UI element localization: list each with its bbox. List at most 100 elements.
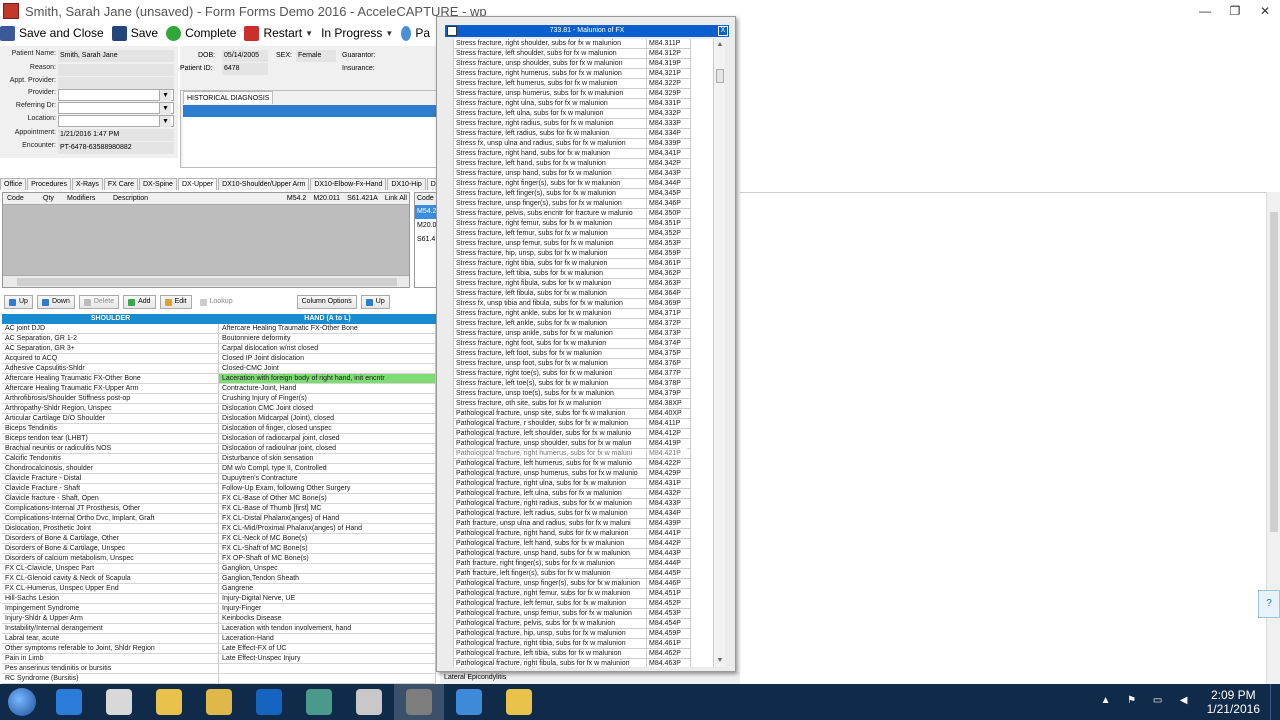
taskbar-app[interactable] (344, 684, 394, 720)
column-modifiers[interactable]: Modifiers (63, 193, 109, 204)
hand-item[interactable] (219, 674, 436, 684)
popup-row[interactable]: Pathological fracture, pelvis, subs for … (453, 619, 713, 629)
shoulder-item[interactable]: Biceps tendon tear (LHBT) (2, 434, 219, 444)
popup-row[interactable]: Pathological fracture, unsp site, subs f… (453, 409, 713, 419)
shoulder-item[interactable]: Adhesive Capsulitis-Shldr (2, 364, 219, 374)
popup-row[interactable]: Stress fx, unsp tibia and fibula, subs f… (453, 299, 713, 309)
hand-item[interactable]: Laceration with tendon involvement, hand (219, 624, 436, 634)
window-menu-icon[interactable] (447, 26, 457, 36)
hand-item[interactable]: Disturbance of skin sensation (219, 454, 436, 464)
popup-row[interactable]: Stress fracture, unsp shoulder, subs for… (453, 59, 713, 69)
shoulder-item[interactable]: FX CL-Clavicle, Unspec Part (2, 564, 219, 574)
shoulder-item[interactable]: FX CL-Humerus, Unspec Upper End (2, 584, 219, 594)
popup-row[interactable]: Pathological fracture, right fibula, sub… (453, 659, 713, 667)
popup-close-button[interactable]: X (718, 26, 728, 36)
popup-row[interactable]: Path fracture, right finger(s), subs for… (453, 559, 713, 569)
shoulder-item[interactable]: Clavicle Fracture - Distal (2, 474, 219, 484)
hand-item[interactable]: Keinbocks Disease (219, 614, 436, 624)
popup-row[interactable]: Stress fracture, unsp femur, subs for fx… (453, 239, 713, 249)
scroll-up-icon[interactable]: ▲ (714, 39, 726, 51)
hand-item[interactable]: Aftercare Healing Traumatic FX-Other Bon… (219, 324, 436, 334)
popup-row[interactable]: Stress fracture, unsp humerus, subs for … (453, 89, 713, 99)
network-icon[interactable]: ▭ (1150, 695, 1166, 709)
shoulder-item[interactable]: Clavicle fracture - Shaft, Open (2, 494, 219, 504)
taskbar-app[interactable] (244, 684, 294, 720)
shoulder-item[interactable]: Calcific Tendonitis (2, 454, 219, 464)
shoulder-item[interactable]: Aftercare Healing Traumatic FX-Other Bon… (2, 374, 219, 384)
popup-row[interactable]: Stress fracture, left ulna, subs for fx … (453, 109, 713, 119)
shoulder-item[interactable]: RC Syndrome (Bursitis) (2, 674, 219, 684)
shoulder-item[interactable]: Complications-Internal JT Prosthesis, Ot… (2, 504, 219, 514)
scrollbar-thumb[interactable] (1270, 212, 1278, 532)
popup-row[interactable]: Pathological fracture, left tibia, subs … (453, 649, 713, 659)
taskbar-app[interactable] (194, 684, 244, 720)
shoulder-item[interactable]: Impingement Syndrome (2, 604, 219, 614)
hand-item[interactable] (219, 664, 436, 674)
shoulder-item[interactable]: Disorders of Bone & Cartilage, Unspec (2, 544, 219, 554)
tab-office[interactable]: Office (0, 178, 27, 190)
hand-item[interactable]: FX CL-Shaft of MC Bone(s) (219, 544, 436, 554)
link-code-3[interactable]: S61.421A (340, 193, 378, 205)
popup-row[interactable]: Stress fracture, left hand, subs for fx … (453, 159, 713, 169)
popup-row[interactable]: Stress fracture, left femur, subs for fx… (453, 229, 713, 239)
hand-item[interactable]: Dislocation of radiocarpal joint, closed (219, 434, 436, 444)
tab-dx10-shoulder[interactable]: DX10-Shoulder/Upper Arm (218, 178, 310, 190)
popup-row[interactable]: Stress fracture, left humerus, subs for … (453, 79, 713, 89)
add-button[interactable]: Add (123, 295, 156, 309)
popup-row[interactable]: Stress fracture, right radius, subs for … (453, 119, 713, 129)
popup-row[interactable]: Pathological fracture, unsp humerus, sub… (453, 469, 713, 479)
shoulder-item[interactable]: AC Separation, GR 1-2 (2, 334, 219, 344)
popup-row[interactable]: Pathological fracture, unsp femur, subs … (453, 609, 713, 619)
popup-row[interactable]: Stress fracture, unsp finger(s), subs fo… (453, 199, 713, 209)
popup-row[interactable]: Stress fracture, right femur, subs for f… (453, 219, 713, 229)
popup-row[interactable]: Path fracture, left finger(s), subs for … (453, 569, 713, 579)
shoulder-item[interactable]: Biceps Tendinitis (2, 424, 219, 434)
popup-row[interactable]: Stress fracture, left finger(s), subs fo… (453, 189, 713, 199)
patient-button[interactable]: Pa (401, 25, 430, 41)
popup-row[interactable]: Stress fracture, left toe(s), subs for f… (453, 379, 713, 389)
hand-item[interactable]: Injury-Finger (219, 604, 436, 614)
tab-dx10-hip[interactable]: DX10-Hip (387, 178, 426, 190)
shoulder-item[interactable]: Labral tear, acute (2, 634, 219, 644)
volume-icon[interactable]: ◀ (1176, 695, 1192, 709)
popup-row[interactable]: Pathological fracture, right humerus, su… (453, 449, 713, 459)
hand-item[interactable]: Laceration with foreign body of right ha… (219, 374, 436, 384)
popup-row[interactable]: Stress fracture, pelvis, subs encntr for… (453, 209, 713, 219)
status-dropdown[interactable]: In Progress ▼ (321, 26, 393, 40)
shoulder-item[interactable]: Chondrocalcinosis, shoulder (2, 464, 219, 474)
down-button[interactable]: Down (36, 295, 75, 309)
shoulder-item[interactable]: Aftercare Healing Traumatic FX-Upper Arm (2, 384, 219, 394)
popup-row[interactable]: Stress fracture, left tibia, subs for fx… (453, 269, 713, 279)
show-hidden-icons-icon[interactable]: ▲ (1098, 695, 1114, 709)
popup-row[interactable]: Stress fracture, oth site, subs for fx w… (453, 399, 713, 409)
shoulder-item[interactable]: FX CL-Glenoid cavity & Neck of Scapula (2, 574, 219, 584)
popup-row[interactable]: Stress fracture, right ankle, subs for f… (453, 309, 713, 319)
column-qty[interactable]: Qty (39, 193, 63, 204)
shoulder-item[interactable]: Pain in Limb (2, 654, 219, 664)
hand-item[interactable]: FX CL-Neck of MC Bone(s) (219, 534, 436, 544)
location-select[interactable]: ▼ (58, 115, 174, 127)
popup-row[interactable]: Pathological fracture, unsp hand, subs f… (453, 549, 713, 559)
up-button-2[interactable]: Up (360, 295, 390, 309)
hand-item[interactable]: FX CL-Base of Thumb [first] MC (219, 504, 436, 514)
popup-row[interactable]: Stress fracture, left fibula, subs for f… (453, 289, 713, 299)
shoulder-item[interactable]: Clavicle Fracture - Shaft (2, 484, 219, 494)
popup-row[interactable]: Pathological fracture, right ulna, subs … (453, 479, 713, 489)
popup-row[interactable]: Stress fracture, right tibia, subs for f… (453, 259, 713, 269)
popup-row[interactable]: Stress fracture, right hand, subs for fx… (453, 149, 713, 159)
chevron-down-icon[interactable]: ▼ (159, 90, 171, 101)
shoulder-item[interactable]: Hill-Sachs Lesion (2, 594, 219, 604)
delete-button[interactable]: Delete (78, 295, 120, 309)
popup-row[interactable]: Stress fx, unsp ulna and radius, subs fo… (453, 139, 713, 149)
shoulder-item[interactable]: Disorders of Bone & Cartilage, Other (2, 534, 219, 544)
popup-row[interactable]: Stress fracture, left shoulder, subs for… (453, 49, 713, 59)
restart-button[interactable]: Restart ▼ (244, 25, 313, 41)
show-desktop-button[interactable] (1270, 684, 1280, 720)
hand-item[interactable]: Late Effect-FX of UC (219, 644, 436, 654)
shoulder-item[interactable]: Acquired to ACQ (2, 354, 219, 364)
shoulder-item[interactable]: AC Separation, GR 3+ (2, 344, 219, 354)
referring-select[interactable]: ▼ (58, 102, 174, 114)
popup-row[interactable]: Pathological fracture, left ulna, subs f… (453, 489, 713, 499)
taskbar-app[interactable] (444, 684, 494, 720)
tab-dx10-elbow[interactable]: DX10-Elbow-Fx-Hand (310, 178, 387, 190)
